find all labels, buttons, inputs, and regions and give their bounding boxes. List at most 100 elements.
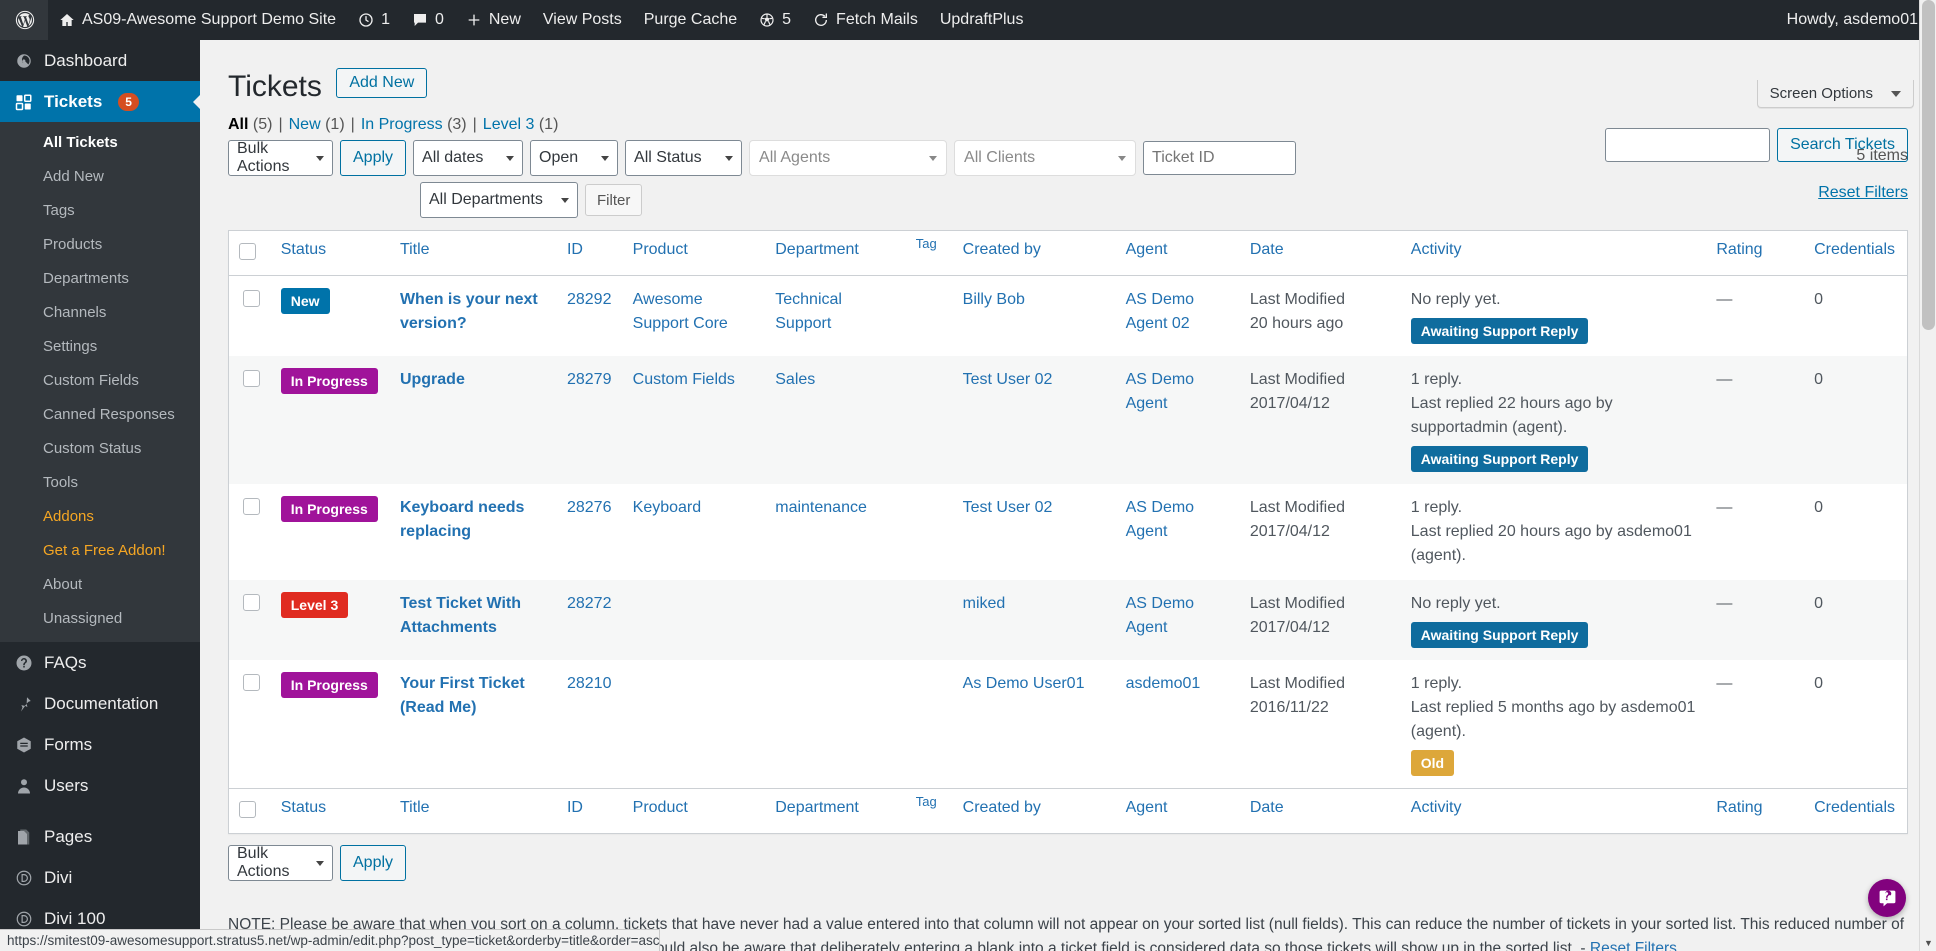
column-footer-product-link[interactable]: Product [633,799,688,816]
column-header-title-link[interactable]: Title [400,241,430,258]
column-footer-title-link[interactable]: Title [400,799,430,816]
ticket-id-link[interactable]: 28276 [567,499,612,516]
column-footer-tag[interactable]: Tag [905,788,953,833]
sidebar-item-faqs[interactable]: FAQs [0,642,200,683]
submenu-item-unassigned[interactable]: Unassigned [0,602,200,636]
agent-link[interactable]: AS Demo Agent [1126,371,1194,412]
ticket-title-link[interactable]: When is your next version? [400,291,538,332]
wordpress-logo-icon[interactable] [0,0,48,40]
submenu-item-addons[interactable]: Addons [0,500,200,534]
column-header-rating[interactable]: Rating [1706,231,1805,276]
column-header-credentials-link[interactable]: Credentials [1814,241,1895,258]
agent-link[interactable]: AS Demo Agent [1126,499,1194,540]
sidebar-item-pages[interactable]: Pages [0,816,200,857]
view-in-progress-link[interactable]: In Progress [361,116,443,133]
column-footer-department[interactable]: Department [765,788,906,833]
submenu-item-canned-responses[interactable]: Canned Responses [0,398,200,432]
submenu-item-add-new[interactable]: Add New [0,160,200,194]
ticket-title-link[interactable]: Keyboard needs replacing [400,499,524,540]
column-footer-created-by-link[interactable]: Created by [963,799,1041,816]
apply-button-bottom[interactable]: Apply [340,845,407,881]
open-state-select[interactable]: Open [530,140,619,176]
ticket-id-input[interactable] [1143,141,1297,175]
column-footer-id[interactable]: ID [556,788,623,833]
sidebar-item-divi[interactable]: Divi [0,857,200,898]
scroll-down-arrow-icon[interactable]: ▼ [1920,934,1936,951]
sidebar-item-users[interactable]: Users [0,765,200,806]
submenu-item-all-tickets[interactable]: All Tickets [0,126,200,160]
column-footer-status[interactable]: Status [270,788,390,833]
date-filter-select[interactable]: All dates [413,140,524,176]
product-link[interactable]: Custom Fields [633,371,735,388]
submenu-item-tools[interactable]: Tools [0,466,200,500]
column-header-status[interactable]: Status [270,231,390,276]
submenu-item-about[interactable]: About [0,568,200,602]
view-new-link[interactable]: New [289,116,321,133]
site-name-menu[interactable]: AS09-Awesome Support Demo Site [48,0,347,40]
column-header-tag[interactable]: Tag [905,231,953,276]
status-filter-select[interactable]: All Status [625,140,743,176]
column-footer-product[interactable]: Product [622,788,766,833]
created-by-link[interactable]: Billy Bob [963,291,1025,308]
column-footer-department-link[interactable]: Department [775,799,859,816]
submenu-item-custom-fields[interactable]: Custom Fields [0,364,200,398]
view-level-3-link[interactable]: Level 3 [483,116,535,133]
column-header-id-link[interactable]: ID [567,241,583,258]
department-link[interactable]: Sales [775,371,815,388]
bulk-actions-select-top[interactable]: Bulk Actions [228,140,333,176]
column-header-department-link[interactable]: Department [775,241,859,258]
sidebar-item-tickets[interactable]: Tickets 5 [0,81,200,122]
new-content-menu[interactable]: New [455,0,532,40]
ticket-id-link[interactable]: 28292 [567,291,612,308]
column-header-agent-link[interactable]: Agent [1126,241,1168,258]
view-all[interactable]: All (5) [228,116,272,134]
help-chat-icon[interactable] [1868,879,1906,917]
fetch-mails-menu[interactable]: Fetch Mails [802,0,929,40]
row-checkbox[interactable] [243,594,260,611]
agent-link[interactable]: asdemo01 [1126,675,1201,692]
column-header-activity-link[interactable]: Activity [1411,241,1462,258]
clients-filter-select[interactable]: All Clients [954,140,1137,176]
column-footer-rating-link[interactable]: Rating [1716,799,1762,816]
created-by-link[interactable]: Test User 02 [963,499,1053,516]
column-header-status-link[interactable]: Status [281,241,326,258]
column-header-date[interactable]: Date [1239,231,1401,276]
reset-filters-link-bottom[interactable]: Reset Filters [1590,940,1677,951]
column-header-created-by-link[interactable]: Created by [963,241,1041,258]
select-all-checkbox-bottom[interactable] [239,801,256,818]
column-header-date-link[interactable]: Date [1250,241,1284,258]
sidebar-item-documentation[interactable]: Documentation [0,683,200,724]
add-new-button[interactable]: Add New [336,68,428,98]
view-all-link[interactable]: All [228,116,248,133]
product-link[interactable]: Keyboard [633,499,702,516]
submenu-item-custom-status[interactable]: Custom Status [0,432,200,466]
scrollbar-thumb[interactable] [1922,0,1935,330]
sidebar-item-dashboard[interactable]: Dashboard [0,40,200,81]
row-checkbox[interactable] [243,370,260,387]
column-footer-activity-link[interactable]: Activity [1411,799,1462,816]
ticket-title-link[interactable]: Upgrade [400,371,465,388]
product-link[interactable]: Awesome Support Core [633,291,728,332]
column-footer-title[interactable]: Title [389,788,557,833]
column-header-id[interactable]: ID [556,231,623,276]
agents-filter-select[interactable]: All Agents [749,140,948,176]
created-by-link[interactable]: miked [963,595,1006,612]
submenu-item-tags[interactable]: Tags [0,194,200,228]
column-footer-status-link[interactable]: Status [281,799,326,816]
submenu-item-departments[interactable]: Departments [0,262,200,296]
updraftplus-menu[interactable]: UpdraftPlus [929,0,1035,40]
created-by-link[interactable]: As Demo User01 [963,675,1085,692]
ticket-id-link[interactable]: 28210 [567,675,612,692]
ticket-id-link[interactable]: 28272 [567,595,612,612]
submenu-item-channels[interactable]: Channels [0,296,200,330]
comments-menu[interactable]: 0 [401,0,455,40]
agent-link[interactable]: AS Demo Agent 02 [1126,291,1194,332]
ticket-title-link[interactable]: Test Ticket With Attachments [400,595,521,636]
view-level-3[interactable]: Level 3 (1) [483,116,559,134]
submenu-item-products[interactable]: Products [0,228,200,262]
column-header-product[interactable]: Product [622,231,766,276]
column-header-title[interactable]: Title [389,231,557,276]
ticket-id-link[interactable]: 28279 [567,371,612,388]
ticket-title-link[interactable]: Your First Ticket (Read Me) [400,675,525,716]
created-by-link[interactable]: Test User 02 [963,371,1053,388]
